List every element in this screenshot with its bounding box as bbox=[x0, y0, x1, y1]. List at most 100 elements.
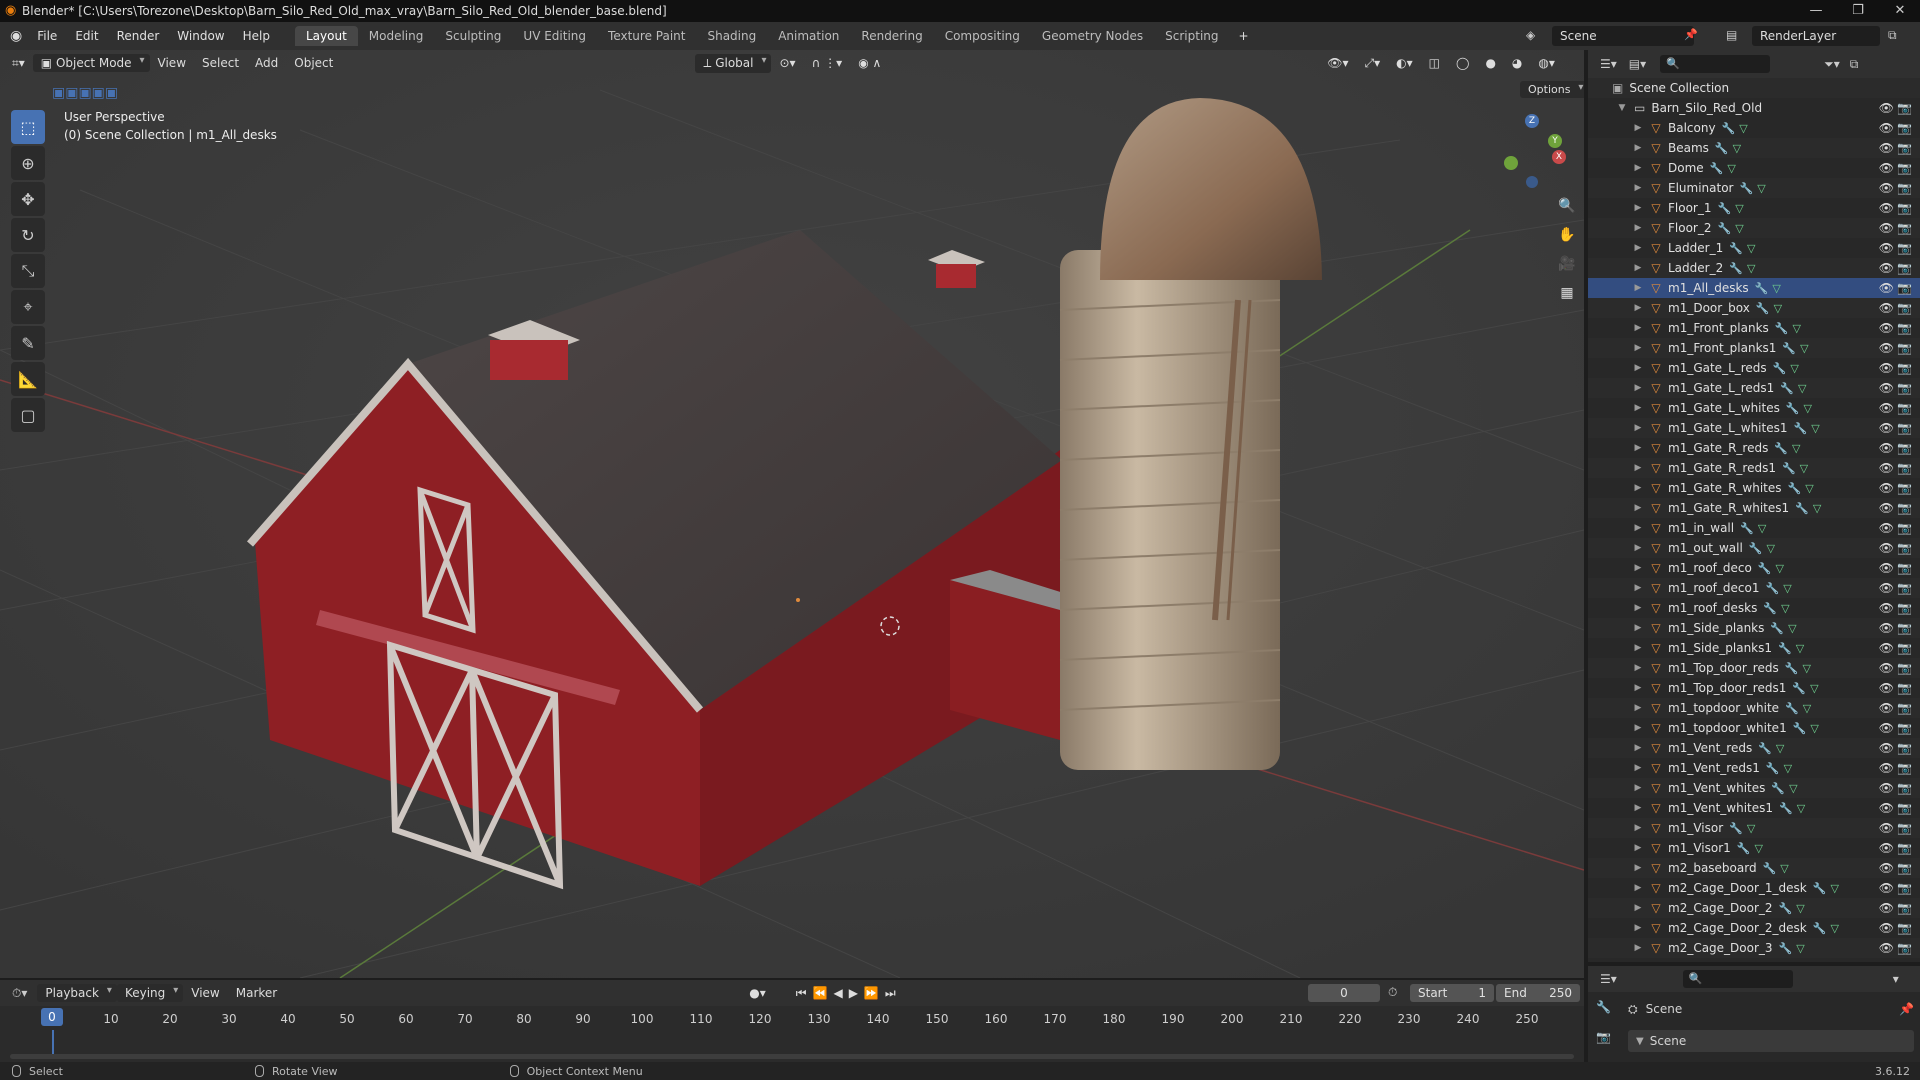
outliner-item[interactable]: ▶ ▽ m2_Cage_Door_2_desk 🔧 ▽ 👁 📷 bbox=[1588, 918, 1920, 938]
tab-animation[interactable]: Animation bbox=[767, 26, 850, 46]
outliner-item[interactable]: ▶ ▽ m1_All_desks 🔧 ▽ 👁 📷 bbox=[1588, 278, 1920, 298]
camera-render-icon[interactable]: 📷 bbox=[1897, 681, 1912, 695]
mesh-data-icon[interactable]: ▽ bbox=[1767, 542, 1775, 555]
mesh-data-icon[interactable]: ▽ bbox=[1735, 202, 1743, 215]
scene-name-field[interactable]: Scene bbox=[1552, 26, 1694, 46]
mesh-data-icon[interactable]: ▽ bbox=[1735, 222, 1743, 235]
camera-render-icon[interactable]: 📷 bbox=[1897, 801, 1912, 815]
modifier-icon[interactable]: 🔧 bbox=[1773, 362, 1787, 375]
modifier-icon[interactable]: 🔧 bbox=[1739, 182, 1753, 195]
eye-icon[interactable]: 👁 bbox=[1879, 861, 1894, 875]
expand-icon[interactable]: ▶ bbox=[1632, 283, 1644, 293]
eye-icon[interactable]: 👁 bbox=[1879, 481, 1894, 495]
expand-icon[interactable]: ▶ bbox=[1632, 243, 1644, 253]
expand-icon[interactable]: ▶ bbox=[1632, 703, 1644, 713]
eye-icon[interactable]: 👁 bbox=[1879, 281, 1894, 295]
modifier-icon[interactable]: 🔧 bbox=[1722, 122, 1736, 135]
gizmo-toggle-icon[interactable]: ⤢▾ bbox=[1357, 56, 1389, 71]
options-dropdown[interactable]: Options bbox=[1520, 81, 1584, 98]
collapse-icon[interactable]: ▼ bbox=[1616, 103, 1628, 113]
xray-icon[interactable]: ◫ bbox=[1421, 56, 1448, 70]
camera-render-icon[interactable]: 📷 bbox=[1897, 781, 1912, 795]
pin-scene-icon[interactable]: 📌 bbox=[1899, 1002, 1914, 1016]
expand-icon[interactable]: ▶ bbox=[1632, 923, 1644, 933]
expand-icon[interactable]: ▶ bbox=[1632, 823, 1644, 833]
modifier-icon[interactable]: 🔧 bbox=[1778, 642, 1792, 655]
outliner-item[interactable]: ▶ ▽ Balcony 🔧 ▽ 👁 📷 bbox=[1588, 118, 1920, 138]
modifier-icon[interactable]: 🔧 bbox=[1782, 462, 1796, 475]
camera-render-icon[interactable]: 📷 bbox=[1897, 461, 1912, 475]
scene-selector-icon[interactable]: ◈ bbox=[1526, 28, 1535, 42]
outliner-item[interactable]: ▶ ▽ m1_Gate_L_reds1 🔧 ▽ 👁 📷 bbox=[1588, 378, 1920, 398]
outliner-editor-type-icon[interactable]: ☰▾ bbox=[1600, 57, 1617, 71]
outliner-item[interactable]: ▶ ▽ Floor_1 🔧 ▽ 👁 📷 bbox=[1588, 198, 1920, 218]
measure-tool-icon[interactable]: 📐 bbox=[11, 362, 45, 396]
mesh-data-icon[interactable]: ▽ bbox=[1811, 422, 1819, 435]
expand-icon[interactable]: ▶ bbox=[1632, 403, 1644, 413]
mesh-data-icon[interactable]: ▽ bbox=[1790, 362, 1798, 375]
expand-icon[interactable]: ▶ bbox=[1632, 203, 1644, 213]
tab-geometry-nodes[interactable]: Geometry Nodes bbox=[1031, 26, 1154, 46]
modifier-icon[interactable]: 🔧 bbox=[1770, 622, 1784, 635]
pan-hand-icon[interactable]: ✋ bbox=[1554, 222, 1580, 248]
outliner-item[interactable]: ▶ ▽ Dome 🔧 ▽ 👁 📷 bbox=[1588, 158, 1920, 178]
gizmo-y-axis[interactable]: Y bbox=[1548, 134, 1562, 148]
eye-icon[interactable]: 👁 bbox=[1879, 381, 1894, 395]
expand-icon[interactable]: ▶ bbox=[1632, 123, 1644, 133]
outliner-item[interactable]: ▶ ▽ m1_Gate_L_whites1 🔧 ▽ 👁 📷 bbox=[1588, 418, 1920, 438]
modifier-icon[interactable]: 🔧 bbox=[1765, 582, 1779, 595]
expand-icon[interactable]: ▶ bbox=[1632, 503, 1644, 513]
eye-icon[interactable]: 👁 bbox=[1879, 461, 1894, 475]
gizmo-x-axis[interactable]: X bbox=[1552, 150, 1566, 164]
eye-icon[interactable]: 👁 bbox=[1879, 261, 1894, 275]
eye-icon[interactable]: 👁 bbox=[1879, 241, 1894, 255]
eye-icon[interactable]: 👁 bbox=[1879, 221, 1894, 235]
eye-icon[interactable]: 👁 bbox=[1879, 581, 1894, 595]
mesh-data-icon[interactable]: ▽ bbox=[1810, 682, 1818, 695]
playhead-frame-indicator[interactable]: 0 bbox=[41, 1008, 63, 1026]
camera-render-icon[interactable]: 📷 bbox=[1897, 301, 1912, 315]
modifier-icon[interactable]: 🔧 bbox=[1758, 742, 1772, 755]
modifier-icon[interactable]: 🔧 bbox=[1771, 782, 1785, 795]
maximize-icon[interactable]: ❐ bbox=[1838, 0, 1878, 22]
expand-icon[interactable]: ▶ bbox=[1632, 523, 1644, 533]
eye-icon[interactable]: 👁 bbox=[1879, 141, 1894, 155]
transform-orientation-dropdown[interactable]: ⟂ Global bbox=[695, 53, 772, 73]
eye-icon[interactable]: 👁 bbox=[1879, 321, 1894, 335]
mesh-data-icon[interactable]: ▽ bbox=[1797, 802, 1805, 815]
outliner-item[interactable]: ▶ ▽ m1_Top_door_reds1 🔧 ▽ 👁 📷 bbox=[1588, 678, 1920, 698]
rendered-shading-icon[interactable]: ◍▾ bbox=[1530, 56, 1563, 70]
expand-icon[interactable]: ▶ bbox=[1632, 723, 1644, 733]
camera-render-icon[interactable]: 📷 bbox=[1897, 181, 1912, 195]
scale-tool-icon[interactable]: ⤡ bbox=[11, 254, 45, 288]
current-frame-field[interactable]: 0 bbox=[1308, 984, 1380, 1002]
camera-render-icon[interactable]: 📷 bbox=[1897, 221, 1912, 235]
camera-render-icon[interactable]: 📷 bbox=[1897, 241, 1912, 255]
modifier-icon[interactable]: 🔧 bbox=[1755, 282, 1769, 295]
outliner-item[interactable]: ▶ ▽ m1_Side_planks1 🔧 ▽ 👁 📷 bbox=[1588, 638, 1920, 658]
select-box-tool-icon[interactable]: ⬚ bbox=[11, 110, 45, 144]
modifier-icon[interactable]: 🔧 bbox=[1813, 922, 1827, 935]
eye-icon[interactable]: 👁 bbox=[1879, 361, 1894, 375]
3d-viewport[interactable]: ⌗▾ ▣ Object Mode View Select Add Object … bbox=[0, 50, 1584, 978]
camera-render-icon[interactable]: 📷 bbox=[1897, 521, 1912, 535]
properties-options-icon[interactable]: ▾ bbox=[1893, 972, 1899, 986]
mesh-data-icon[interactable]: ▽ bbox=[1757, 182, 1765, 195]
eye-icon[interactable]: 👁 bbox=[1879, 441, 1894, 455]
modifier-icon[interactable]: 🔧 bbox=[1774, 442, 1788, 455]
mesh-data-icon[interactable]: ▽ bbox=[1727, 162, 1735, 175]
modifier-icon[interactable]: 🔧 bbox=[1785, 702, 1799, 715]
tab-compositing[interactable]: Compositing bbox=[934, 26, 1031, 46]
scene-panel-header[interactable]: ▼ Scene bbox=[1628, 1030, 1914, 1052]
mesh-data-icon[interactable]: ▽ bbox=[1792, 442, 1800, 455]
mesh-data-icon[interactable]: ▽ bbox=[1733, 142, 1741, 155]
keying-dropdown[interactable]: Keying bbox=[116, 984, 184, 1002]
expand-icon[interactable]: ▶ bbox=[1632, 563, 1644, 573]
eye-icon[interactable]: 👁 bbox=[1879, 341, 1894, 355]
mesh-data-icon[interactable]: ▽ bbox=[1805, 482, 1813, 495]
start-frame-field[interactable]: Start 1 bbox=[1410, 984, 1494, 1002]
modifier-icon[interactable]: 🔧 bbox=[1785, 662, 1799, 675]
modifier-icon[interactable]: 🔧 bbox=[1793, 422, 1807, 435]
eye-icon[interactable]: 👁 bbox=[1879, 921, 1894, 935]
eye-icon[interactable]: 👁 bbox=[1879, 721, 1894, 735]
